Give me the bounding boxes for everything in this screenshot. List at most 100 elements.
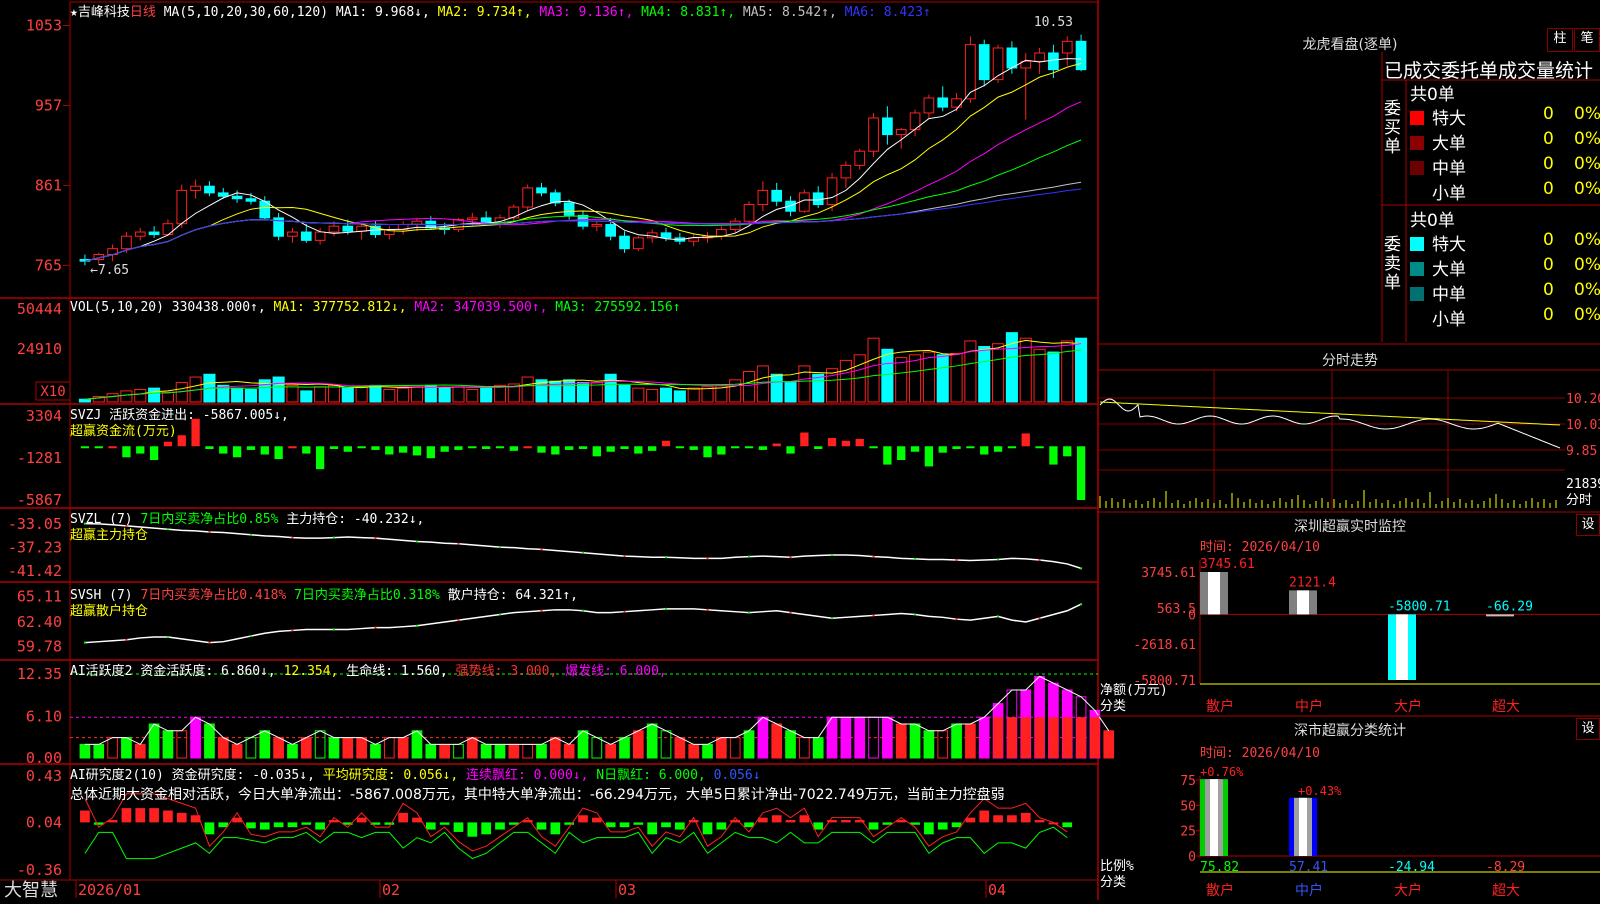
volume-bar bbox=[120, 390, 133, 403]
ai-active-bar bbox=[231, 743, 243, 759]
svzj-bar bbox=[357, 446, 366, 449]
volume-bar bbox=[1047, 351, 1060, 403]
svsh-line-point bbox=[789, 611, 792, 614]
star-icon[interactable]: ★ bbox=[70, 5, 78, 20]
sh-bar-group bbox=[1289, 797, 1317, 856]
svzl-line-point bbox=[872, 555, 875, 558]
svzj-bar bbox=[606, 446, 615, 452]
svzl-line-point bbox=[997, 558, 1000, 561]
buy-color-swatch bbox=[1410, 186, 1424, 200]
tick-mode-button[interactable]: 笔 bbox=[1574, 28, 1600, 52]
svzj-bar bbox=[827, 438, 837, 447]
sh-change-label: +0.43% bbox=[1298, 784, 1342, 798]
ai-research-text3: 连续飘红: 0.000↓, bbox=[466, 768, 589, 783]
ai-active-bar bbox=[536, 743, 547, 759]
sell-row: 大单 bbox=[1410, 255, 1466, 280]
ma20-line bbox=[84, 101, 1082, 262]
sz-bar-group bbox=[1200, 572, 1228, 615]
sz-bar-highlight bbox=[1208, 572, 1220, 615]
volume-bar bbox=[341, 387, 354, 403]
volume-bar bbox=[369, 384, 382, 403]
bar-mode-button[interactable]: 柱 bbox=[1547, 28, 1573, 52]
ai-active-bar bbox=[328, 737, 340, 759]
svzj-bar bbox=[454, 446, 463, 450]
svzl-line-point bbox=[665, 556, 668, 559]
svzj-bar bbox=[149, 446, 159, 461]
buy-label: 小单 bbox=[1432, 184, 1466, 204]
sh-value-label: -24.94 bbox=[1388, 860, 1435, 875]
sz-category-label: 中户 bbox=[1295, 698, 1323, 715]
ai-active-bar bbox=[771, 723, 783, 759]
svzl-line-point bbox=[540, 548, 543, 551]
longhu-title: 龙虎看盘(逐单) bbox=[1302, 37, 1398, 53]
candle-body bbox=[1075, 40, 1087, 71]
svsh-line-point bbox=[540, 609, 543, 612]
ai-research-text5: 0.056↓ bbox=[713, 768, 761, 783]
ai-active-bar bbox=[494, 743, 506, 759]
buy-row: 中单 bbox=[1410, 154, 1466, 179]
ai-active-bar bbox=[190, 716, 201, 759]
ma-label: MA(5,10,20,30,60,120) bbox=[163, 5, 329, 20]
svsh-line-point bbox=[125, 638, 128, 641]
ai-active-bar bbox=[978, 716, 990, 759]
longhu-tab[interactable]: 已成交委托单成交量统计 bbox=[1384, 56, 1593, 83]
sz-settings-button[interactable]: 设 bbox=[1576, 514, 1600, 536]
svzj-bar bbox=[94, 446, 103, 449]
svzj-bar bbox=[260, 446, 269, 455]
ai-research-bar bbox=[149, 808, 159, 823]
candle-body bbox=[328, 225, 340, 233]
ai-research-bar bbox=[924, 822, 934, 835]
buy-pct: 0% bbox=[1574, 154, 1600, 174]
candle-body bbox=[245, 198, 257, 202]
sell-label: 中单 bbox=[1432, 285, 1466, 305]
date-axis-label: 03 bbox=[618, 881, 636, 899]
svzj-bar bbox=[717, 446, 726, 455]
ai-research-bar bbox=[384, 822, 395, 825]
ai-active-bar-base bbox=[1020, 717, 1031, 758]
sz-tick-label: 3745.61 bbox=[1141, 566, 1196, 581]
buy-side-label: 委买单 bbox=[1384, 99, 1401, 157]
ai-research-bars bbox=[80, 808, 1073, 837]
ai-active-bar bbox=[951, 723, 962, 759]
sz-bar-group bbox=[1289, 590, 1317, 615]
svsh-white: 散户持仓: 64.321↑, bbox=[447, 588, 578, 603]
ma-value-1: MA2: 9.734↑, bbox=[429, 5, 532, 20]
volume-bar bbox=[466, 389, 479, 403]
ai-research-tick-label: 0.04 bbox=[26, 813, 62, 831]
ma10-line bbox=[84, 62, 1082, 262]
ai-active-bar bbox=[466, 737, 478, 759]
ai-research-bar bbox=[716, 822, 727, 830]
ai-active-bar bbox=[591, 737, 603, 759]
sh-category-label: 大户 bbox=[1394, 882, 1422, 899]
svzj-bar bbox=[219, 446, 228, 454]
svzj-sub: 超赢资金流(万元) bbox=[70, 424, 177, 439]
volume-bar bbox=[784, 382, 797, 403]
ai-active-bar bbox=[176, 730, 188, 759]
sell-row: 特大 bbox=[1410, 230, 1466, 255]
ai-active-text3: 生命线: 1.560, bbox=[346, 664, 448, 679]
y-tick-label: 957 bbox=[35, 96, 62, 114]
volume-bar bbox=[231, 387, 244, 403]
ai-active-bar bbox=[702, 743, 713, 759]
sh-settings-button[interactable]: 设 bbox=[1576, 718, 1600, 740]
svsh-line-point bbox=[1038, 617, 1041, 620]
ai-research-bar bbox=[633, 822, 644, 825]
candle-body bbox=[757, 189, 769, 206]
ai-research-bar bbox=[813, 822, 824, 830]
min-price-label: ←7.65 bbox=[90, 263, 129, 278]
volume-bar bbox=[272, 376, 285, 403]
vol-value: 330438.000↑, bbox=[171, 300, 266, 315]
volume-bar bbox=[521, 376, 534, 403]
candle-body bbox=[287, 231, 298, 237]
svzj-bar bbox=[246, 446, 256, 450]
ai-active-bar bbox=[840, 716, 852, 759]
period-label[interactable]: 日线 bbox=[130, 5, 156, 20]
svzj-bar bbox=[814, 446, 823, 450]
ai-research-bar bbox=[1020, 812, 1031, 823]
candle-body bbox=[148, 231, 160, 236]
vol-header: VOL(5,10,20) 330438.000↑, MA1: 377752.81… bbox=[70, 300, 681, 315]
svzl-line-point bbox=[457, 542, 460, 545]
buy-label: 大单 bbox=[1432, 134, 1466, 154]
sz-x-unit: 分类 bbox=[1100, 699, 1126, 714]
ai-research-bar bbox=[799, 815, 810, 823]
